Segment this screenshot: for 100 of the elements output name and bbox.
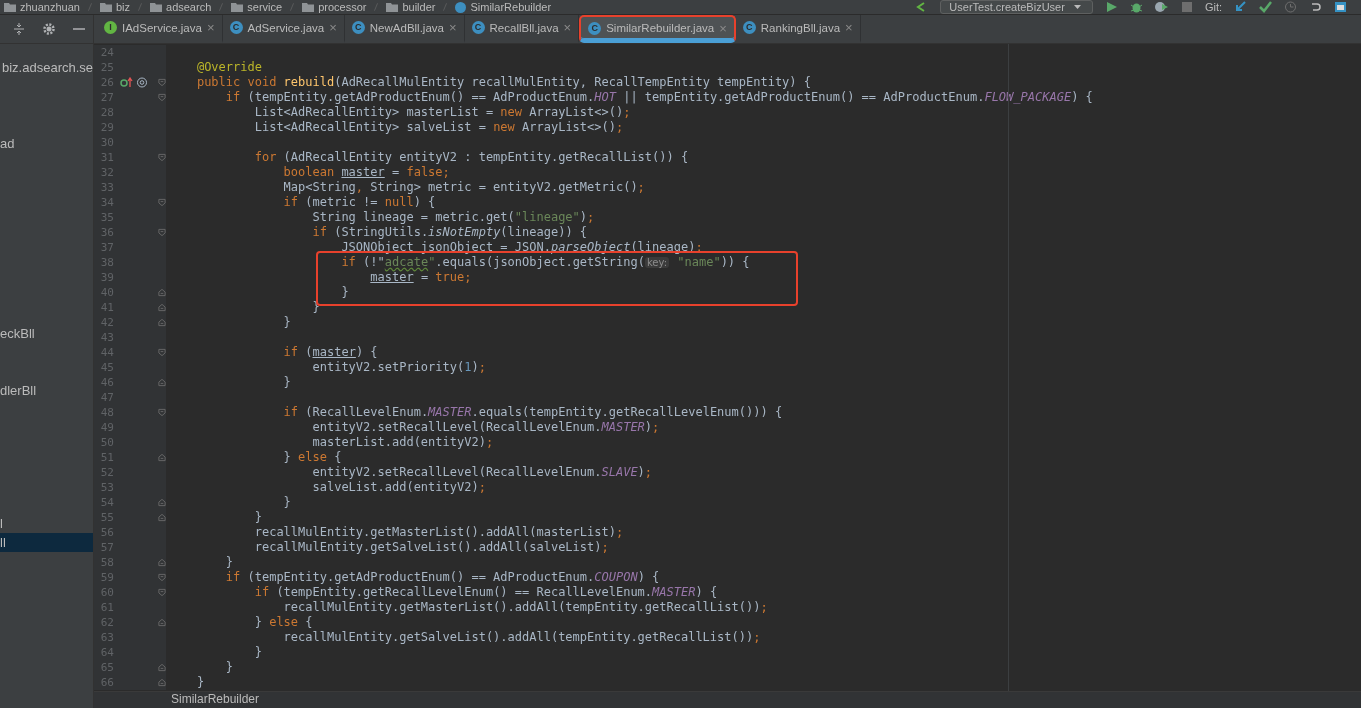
code-line: entityV2.setPriority(1);: [311, 360, 486, 375]
fold-icon[interactable]: [158, 378, 166, 387]
fold-icon[interactable]: [158, 498, 166, 507]
fold-icon[interactable]: [158, 303, 166, 312]
code-line: Map<String, String> metric = entityV2.getMetric();: [282, 180, 645, 195]
editor-tab[interactable]: C SimilarRebuilder.java ×: [579, 15, 736, 43]
tree-item[interactable]: eckBll: [0, 324, 93, 343]
run-configuration-dropdown[interactable]: UserTest.createBizUser: [940, 0, 1093, 14]
fold-icon[interactable]: [158, 78, 166, 87]
code-line: if (master) {: [282, 345, 378, 360]
fold-icon[interactable]: [158, 408, 166, 417]
fold-icon[interactable]: [158, 228, 166, 237]
tree-item[interactable]: dlerBll: [0, 381, 93, 400]
separator-icon: [372, 1, 381, 13]
code-line: if (!"adcate".equals(jsonObject.getString( key: "name")) {: [340, 255, 750, 270]
fold-icon[interactable]: [158, 513, 166, 522]
code-line: if (StringUtils.isNotEmpty(lineage)) {: [311, 225, 588, 240]
code-line: }: [340, 285, 349, 300]
undo-icon[interactable]: [1309, 1, 1322, 13]
code-line: }: [253, 510, 262, 525]
separator-icon: [288, 1, 297, 13]
code-line: String lineage = metric.get("lineage");: [311, 210, 595, 225]
code-line: }: [282, 375, 291, 390]
breadcrumb-item[interactable]: SimilarRebuilder: [171, 692, 260, 706]
vcs-label: Git:: [1204, 0, 1222, 14]
fold-icon[interactable]: [158, 318, 166, 327]
code-line: if (tempEntity.getAdProductEnum() == AdProductEnum.COUPON) {: [224, 570, 660, 585]
fold-icon[interactable]: [158, 588, 166, 597]
at-sign-icon[interactable]: [136, 77, 149, 88]
file-type-icon: C: [229, 21, 243, 34]
folder-icon: [386, 2, 399, 12]
file-type-icon: C: [351, 21, 365, 34]
fold-icon[interactable]: [158, 348, 166, 357]
breadcrumb-item[interactable]: biz: [115, 0, 130, 14]
close-icon[interactable]: ×: [563, 20, 572, 35]
code-line: entityV2.setRecallLevel(RecallLevelEnum.SLAVE);: [311, 465, 653, 480]
code-line: }: [224, 555, 234, 570]
separator-icon: [217, 1, 226, 13]
code-line: }: [195, 675, 205, 690]
breadcrumb-item[interactable]: builder: [402, 0, 436, 14]
code-line: if (tempEntity.getAdProductEnum() == AdProductEnum.HOT || tempEntity.getAdProductEnum() == AdProductEnum.FLOW_PACKAGE) {: [224, 90, 1093, 105]
code-line: for (AdRecallEntity entityV2 : tempEntity.getRecallList()) {: [253, 150, 689, 165]
tree-item[interactable]: biz.adsearch.se: [0, 58, 93, 77]
code-line: if (tempEntity.getRecallLevelEnum() == RecallLevelEnum.MASTER) {: [253, 585, 718, 600]
override-icon[interactable]: [120, 77, 133, 88]
fold-icon[interactable]: [158, 663, 166, 672]
close-icon[interactable]: ×: [329, 20, 337, 35]
separator-icon: [441, 1, 450, 13]
editor-tab[interactable]: C NewAdBll.java ×: [344, 15, 465, 43]
fold-icon[interactable]: [158, 678, 166, 687]
fold-icon[interactable]: [158, 558, 166, 567]
code-line: }: [224, 660, 234, 675]
fold-icon[interactable]: [158, 618, 166, 627]
breadcrumb-item[interactable]: service: [247, 0, 283, 14]
breadcrumb-item[interactable]: adsearch: [166, 0, 212, 14]
collapse-icon[interactable]: [12, 22, 26, 36]
fold-icon[interactable]: [158, 198, 166, 207]
stop-icon[interactable]: [1179, 1, 1193, 13]
file-type-icon: C: [742, 21, 756, 34]
history-icon[interactable]: [1284, 1, 1297, 13]
code-line: List<AdRecallEntity> salveList = new ArrayList<>();: [253, 120, 624, 135]
editor-tab[interactable]: C AdService.java ×: [222, 15, 345, 43]
fold-icon[interactable]: [158, 288, 166, 297]
tree-item[interactable]: l: [0, 514, 93, 533]
editor-tab[interactable]: C RankingBll.java ×: [735, 15, 861, 43]
breadcrumb-item[interactable]: SimilarRebuilder: [470, 0, 552, 14]
coverage-icon[interactable]: [1154, 1, 1168, 13]
breadcrumb-item[interactable]: processor: [318, 0, 367, 14]
run-icon[interactable]: [1104, 1, 1118, 13]
separator-icon: [85, 1, 94, 13]
check-icon[interactable]: [1259, 1, 1272, 13]
breadcrumb-item[interactable]: zhuanzhuan: [20, 0, 80, 14]
code-line: recallMulEntity.getMasterList().addAll(tempEntity.getRecallList());: [282, 600, 768, 615]
code-line: recallMulEntity.getSalveList().addAll(tempEntity.getRecallList());: [282, 630, 761, 645]
file-type-icon: C: [471, 21, 485, 34]
code-line: } else {: [253, 615, 313, 630]
fold-icon[interactable]: [158, 573, 166, 582]
window-icon[interactable]: [1334, 1, 1347, 13]
code-line: master = true;: [369, 270, 472, 285]
close-icon[interactable]: ×: [206, 20, 215, 35]
folder-icon: [150, 2, 162, 12]
fold-icon[interactable]: [158, 153, 166, 162]
editor-tab[interactable]: I IAdService.java ×: [97, 15, 223, 43]
code-line: if (metric != null) {: [282, 195, 436, 210]
folder-icon: [4, 2, 16, 12]
tree-item[interactable]: ll: [0, 533, 93, 552]
file-type-icon: C: [588, 21, 602, 35]
close-icon[interactable]: ×: [845, 20, 853, 35]
separator-icon: [136, 1, 144, 13]
settings-icon[interactable]: [42, 22, 56, 36]
code-line: recallMulEntity.getSalveList().addAll(salveList);: [253, 540, 609, 555]
bug-icon[interactable]: [1129, 1, 1143, 13]
tree-item[interactable]: ad: [0, 134, 93, 153]
class-icon: [455, 1, 467, 13]
update-arrow-icon[interactable]: [1234, 1, 1247, 13]
fold-icon[interactable]: [158, 93, 166, 102]
close-icon[interactable]: ×: [448, 20, 457, 35]
code-line: public void rebuild(AdRecallMulEntity recallMulEntity, RecallTempEntity tempEntity) {: [195, 75, 811, 90]
code-line: @Override: [195, 60, 262, 75]
fold-icon[interactable]: [158, 453, 166, 462]
